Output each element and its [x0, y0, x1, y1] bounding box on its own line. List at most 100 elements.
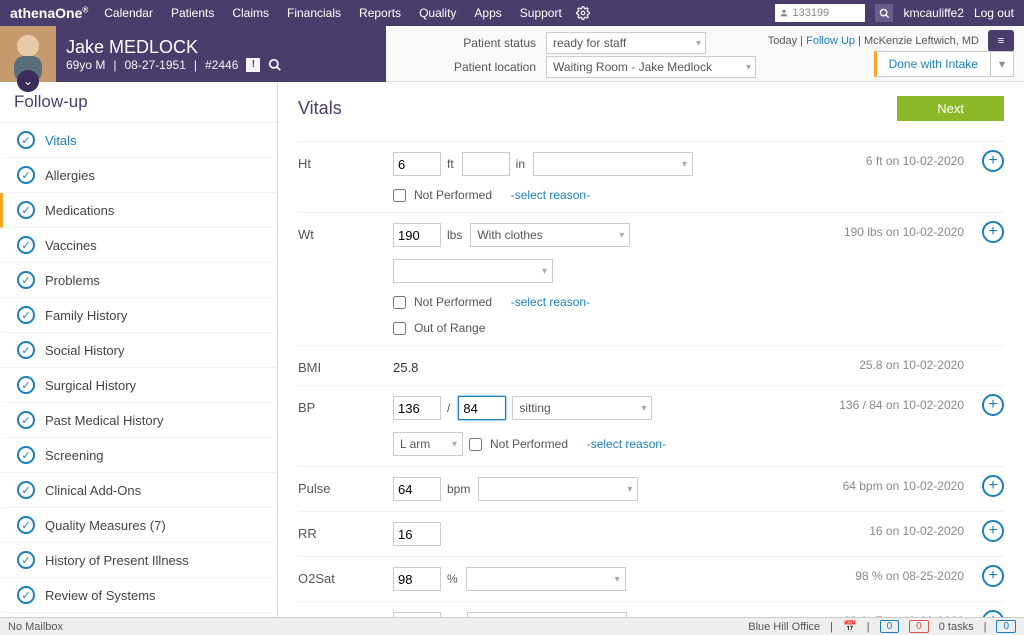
bp-position-select[interactable]: sitting [512, 396, 652, 420]
status-bar: No Mailbox Blue Hill Office | 📅 | 0 0 0 … [0, 617, 1024, 635]
nav-quality[interactable]: Quality [419, 6, 456, 20]
sidebar-item-problems[interactable]: ✓ Problems [0, 263, 277, 298]
wt-add-icon[interactable]: + [982, 221, 1004, 243]
wt-context-select[interactable]: With clothes [470, 223, 630, 247]
ht-not-performed-check[interactable] [393, 189, 406, 202]
done-dropdown-icon[interactable]: ▾ [991, 57, 1013, 71]
nav-patients[interactable]: Patients [171, 6, 214, 20]
check-icon: ✓ [17, 481, 35, 499]
next-button[interactable]: Next [897, 96, 1004, 121]
ht-in-input[interactable] [462, 152, 510, 176]
sidebar-item-medications[interactable]: ✓Medications [0, 193, 277, 228]
check-icon: ✓ [17, 516, 35, 534]
vital-row-pulse: Pulse bpm 64 bpm on 10-02-2020 + [298, 466, 1004, 511]
logout-link[interactable]: Log out [974, 6, 1014, 20]
patient-search-icon[interactable] [268, 58, 282, 72]
bp-site-select[interactable]: L arm [393, 432, 463, 456]
badge-red[interactable]: 0 [909, 620, 929, 633]
sidebar-item-history-of-present-illness[interactable]: ✓History of Present Illness [0, 543, 277, 578]
o2-add-icon[interactable]: + [982, 565, 1004, 587]
o2-history: 98 % on 08-25-2020 [855, 569, 964, 583]
sidebar-item-surgical-history[interactable]: ✓Surgical History [0, 368, 277, 403]
sidebar-item-label: Medications [45, 203, 114, 218]
check-icon: ✓ [17, 271, 35, 289]
patient-avatar[interactable]: ⌄ [0, 26, 56, 82]
sidebar-item-label: Clinical Add-Ons [45, 483, 141, 498]
search-icon [879, 8, 890, 19]
wt-extra-select[interactable] [393, 259, 553, 283]
expand-chevron-icon[interactable]: ⌄ [17, 70, 39, 92]
ht-reason-link[interactable]: -select reason- [511, 188, 590, 202]
badge-blue[interactable]: 0 [880, 620, 900, 633]
patient-info: Jake MEDLOCK 69yo M | 08-27-1951 | #2446… [56, 26, 386, 82]
nav-financials[interactable]: Financials [287, 6, 341, 20]
patient-status-select[interactable]: ready for staff [546, 32, 706, 54]
username-link[interactable]: kmcauliffe2 [903, 6, 963, 20]
sidebar-item-vaccines[interactable]: ✓Vaccines [0, 228, 277, 263]
wt-not-performed-check[interactable] [393, 296, 406, 309]
o2-context-select[interactable] [466, 567, 626, 591]
bp-reason-link[interactable]: -select reason- [587, 437, 666, 451]
sidebar: Follow-up ✓Vitals✓Allergies✓Medications✓… [0, 82, 278, 617]
sidebar-item-label: Past Medical History [45, 413, 163, 428]
pulse-context-select[interactable] [478, 477, 638, 501]
nav-calendar[interactable]: Calendar [104, 6, 153, 20]
nav-apps[interactable]: Apps [474, 6, 501, 20]
wt-out-of-range-check[interactable] [393, 322, 406, 335]
office-name: Blue Hill Office [748, 621, 820, 633]
followup-link[interactable]: Follow Up [806, 35, 855, 47]
bp-dia-input[interactable] [458, 396, 506, 420]
rr-add-icon[interactable]: + [982, 520, 1004, 542]
patient-dob: 08-27-1951 [124, 58, 185, 72]
sidebar-item-label: Family History [45, 308, 127, 323]
bp-add-icon[interactable]: + [982, 394, 1004, 416]
sidebar-item-label: Problems [45, 273, 100, 288]
sidebar-item-past-medical-history[interactable]: ✓Past Medical History [0, 403, 277, 438]
badge-last[interactable]: 0 [996, 620, 1016, 633]
nav-claims[interactable]: Claims [232, 6, 269, 20]
sidebar-item-quality-measures-[interactable]: ✓Quality Measures (7) [0, 508, 277, 543]
check-icon: ✓ [17, 306, 35, 324]
bp-sys-input[interactable] [393, 396, 441, 420]
alert-icon[interactable]: ! [246, 58, 260, 72]
settings-gear-icon[interactable] [576, 6, 590, 20]
wt-reason-link[interactable]: -select reason- [511, 295, 590, 309]
patient-location-select[interactable]: Waiting Room - Jake Medlock [546, 56, 756, 78]
o2-input[interactable] [393, 567, 441, 591]
sidebar-item-review-of-systems[interactable]: ✓Review of Systems [0, 578, 277, 613]
ht-ft-input[interactable] [393, 152, 441, 176]
sidebar-item-clinical-add-ons[interactable]: ✓ Clinical Add-Ons [0, 473, 277, 508]
sidebar-item-social-history[interactable]: ✓Social History [0, 333, 277, 368]
rr-history: 16 on 10-02-2020 [869, 524, 964, 538]
sidebar-item-allergies[interactable]: ✓Allergies [0, 158, 277, 193]
rr-input[interactable] [393, 522, 441, 546]
encounter-controls: Today | Follow Up | McKenzie Leftwich, M… [386, 26, 1024, 82]
ht-add-icon[interactable]: + [982, 150, 1004, 172]
wt-input[interactable] [393, 223, 441, 247]
user-search-box[interactable]: 133199 [775, 4, 865, 22]
nav-support[interactable]: Support [520, 6, 562, 20]
pulse-input[interactable] [393, 477, 441, 501]
status-label: Patient status [426, 36, 536, 50]
check-icon: ✓ [17, 586, 35, 604]
sidebar-item-family-history[interactable]: ✓ Family History [0, 298, 277, 333]
vital-row-bp: BP / sitting L arm Not Performed -select… [298, 385, 1004, 466]
pulse-add-icon[interactable]: + [982, 475, 1004, 497]
search-button[interactable] [875, 4, 893, 22]
content-panel: Vitals Next Ht ft in Not Performed -sele… [278, 82, 1024, 617]
calendar-icon[interactable]: 📅 [843, 620, 857, 633]
bmi-history: 25.8 on 10-02-2020 [859, 358, 964, 372]
tasks-count[interactable]: 0 tasks [939, 621, 974, 633]
content-title: Vitals [298, 98, 342, 119]
check-icon: ✓ [17, 376, 35, 394]
check-icon: ✓ [17, 446, 35, 464]
ht-context-select[interactable] [533, 152, 693, 176]
menu-icon[interactable]: ≡ [988, 30, 1014, 52]
vital-row-wt: Wt lbs With clothes Not Performed -selec… [298, 212, 1004, 345]
mailbox-status: No Mailbox [8, 621, 63, 633]
sidebar-item-vitals[interactable]: ✓Vitals [0, 123, 277, 158]
bp-not-performed-check[interactable] [469, 438, 482, 451]
nav-reports[interactable]: Reports [359, 6, 401, 20]
done-with-intake-button[interactable]: Done with Intake▾ [874, 51, 1014, 77]
sidebar-item-screening[interactable]: ✓Screening [0, 438, 277, 473]
